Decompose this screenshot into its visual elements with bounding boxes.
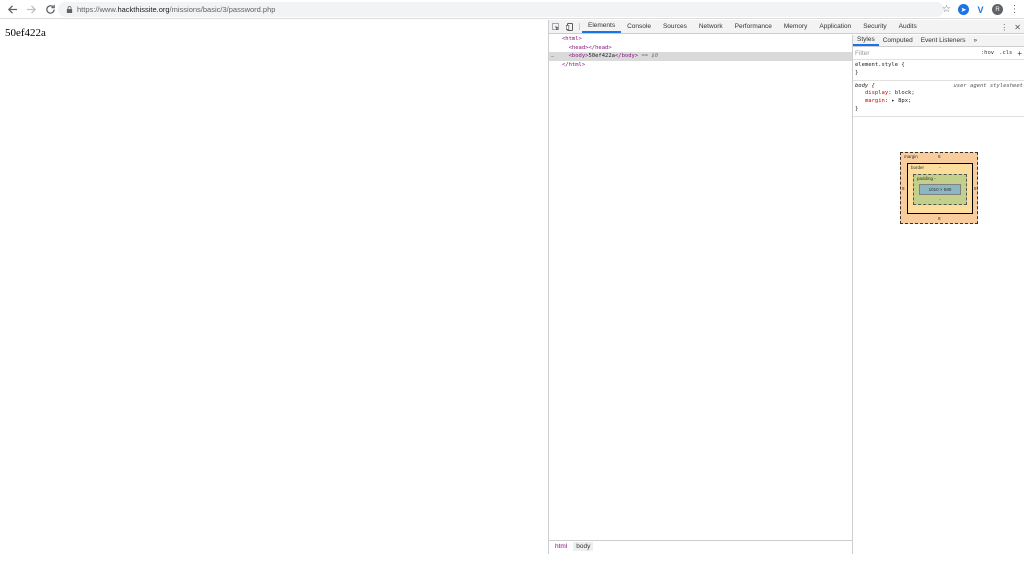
tab-sources[interactable]: Sources bbox=[657, 20, 693, 33]
padding-label: padding - bbox=[917, 176, 936, 181]
selected-node-marker: == $0 bbox=[641, 53, 659, 59]
devtools-tabbar: Elements Console Sources Network Perform… bbox=[549, 20, 1024, 34]
prop-display-name: display bbox=[865, 90, 889, 97]
rule-source: user agent stylesheet bbox=[953, 82, 1023, 89]
reload-icon[interactable] bbox=[42, 1, 59, 18]
profile-avatar[interactable]: R bbox=[992, 4, 1003, 15]
styles-tabbar: Styles Computed Event Listeners » bbox=[853, 35, 1024, 47]
tab-event-listeners[interactable]: Event Listeners bbox=[917, 35, 970, 46]
address-bar[interactable]: https://www. hackthissite.org/missions/ba… bbox=[58, 2, 944, 17]
dom-node-head[interactable]: <head></head> bbox=[549, 44, 852, 53]
margin-left-value: 8 bbox=[902, 186, 905, 191]
breadcrumb-html[interactable]: html bbox=[552, 542, 570, 551]
devtools-panel: Elements Console Sources Network Perform… bbox=[548, 20, 1024, 554]
body-text-node: 50ef422a bbox=[588, 53, 616, 59]
styles-filter-input[interactable]: Filter bbox=[855, 50, 981, 57]
element-style-close: } bbox=[855, 69, 859, 76]
url-host: hackthissite.org bbox=[117, 5, 170, 14]
prop-display-value: block; bbox=[894, 90, 915, 97]
back-arrow-icon[interactable] bbox=[4, 1, 21, 18]
lock-icon bbox=[66, 6, 73, 13]
toolbar-divider bbox=[579, 23, 580, 30]
body-rule-close: } bbox=[855, 105, 859, 112]
devtools-menu-icon[interactable]: ⋮ bbox=[1000, 23, 1008, 32]
devtools-right-controls: ⋮ ✕ bbox=[1000, 20, 1024, 34]
head-tag: <head></head> bbox=[568, 44, 612, 51]
margin-right-value: 8 bbox=[974, 186, 977, 191]
style-property-display[interactable]: display: block; bbox=[855, 90, 1023, 98]
margin-bottom-value: 8 bbox=[938, 216, 941, 221]
padding-bottom-value: - bbox=[939, 197, 941, 202]
extension-v-icon[interactable]: V bbox=[975, 4, 986, 15]
tab-styles[interactable]: Styles bbox=[853, 35, 879, 46]
body-open-tag: <body> bbox=[568, 53, 589, 59]
tab-application[interactable]: Application bbox=[813, 20, 857, 33]
margin-top-value: 8 bbox=[938, 154, 941, 159]
prop-margin-value: 8px; bbox=[898, 98, 912, 105]
more-tabs-chevron-icon[interactable]: » bbox=[970, 35, 982, 46]
page-viewport: 50ef422a bbox=[0, 20, 548, 568]
box-model-content[interactable]: 1010 × 580 bbox=[919, 184, 961, 195]
styles-sidebar: Styles Computed Event Listeners » Filter… bbox=[852, 35, 1024, 554]
box-model-padding[interactable]: padding - 1010 × 580 - bbox=[913, 174, 967, 205]
element-style-rule: element.style { } bbox=[853, 60, 1024, 81]
tab-computed[interactable]: Computed bbox=[879, 35, 917, 46]
styles-filter-row: Filter :hov .cls + bbox=[853, 47, 1024, 60]
browser-menu-icon[interactable]: ⋮ bbox=[1009, 4, 1020, 15]
border-top-value: - bbox=[939, 165, 941, 170]
url-path: /missions/basic/3/password.php bbox=[169, 5, 276, 14]
dom-node-body[interactable]: … <body>50ef422a</body> == $0 bbox=[549, 52, 852, 61]
element-style-selector[interactable]: element.style { bbox=[855, 62, 1023, 70]
tab-performance[interactable]: Performance bbox=[729, 20, 778, 33]
bookmark-star-icon[interactable]: ☆ bbox=[941, 4, 952, 15]
toolbar-right: ☆ ➤ V R ⋮ bbox=[941, 2, 1020, 17]
body-close-tag: </body> bbox=[615, 53, 639, 59]
tab-elements[interactable]: Elements bbox=[582, 20, 622, 33]
device-toolbar-icon[interactable] bbox=[563, 20, 577, 33]
html-open-tag: <html> bbox=[562, 36, 582, 42]
html-close-tag: </html> bbox=[562, 61, 586, 68]
tab-network[interactable]: Network bbox=[693, 20, 729, 33]
new-style-rule-icon[interactable]: + bbox=[1017, 49, 1022, 58]
body-style-rule: body { user agent stylesheet display: bl… bbox=[853, 81, 1024, 117]
node-more-dots[interactable]: … bbox=[549, 52, 562, 61]
tab-console[interactable]: Console bbox=[621, 20, 657, 33]
dom-node-html[interactable]: <html> bbox=[549, 35, 852, 44]
style-property-margin[interactable]: margin: ▸ 8px; bbox=[855, 98, 1023, 106]
margin-label: margin bbox=[904, 154, 918, 159]
hov-toggle[interactable]: :hov bbox=[981, 50, 994, 56]
box-model-margin[interactable]: margin 8 8 8 8 border - padding - 1010 ×… bbox=[900, 152, 978, 224]
tab-memory[interactable]: Memory bbox=[778, 20, 813, 33]
dom-node-html-close[interactable]: </html> bbox=[549, 61, 852, 70]
tab-audits[interactable]: Audits bbox=[893, 20, 923, 33]
elements-tree: <html> <head></head> … <body>50ef422a</b… bbox=[549, 35, 852, 539]
breadcrumb-body[interactable]: body bbox=[573, 542, 594, 551]
extension-compass-icon[interactable]: ➤ bbox=[958, 4, 969, 15]
tab-security[interactable]: Security bbox=[857, 20, 892, 33]
browser-toolbar: https://www. hackthissite.org/missions/ba… bbox=[0, 0, 1024, 19]
box-model-border[interactable]: border - padding - 1010 × 580 - bbox=[907, 163, 973, 214]
breadcrumb: html body bbox=[549, 540, 852, 552]
inspect-element-icon[interactable] bbox=[549, 20, 563, 33]
page-body-text: 50ef422a bbox=[5, 27, 46, 39]
border-label: border bbox=[911, 165, 925, 170]
forward-arrow-icon[interactable] bbox=[23, 1, 40, 18]
close-devtools-icon[interactable]: ✕ bbox=[1014, 23, 1021, 32]
url-prefix: https://www. bbox=[77, 5, 118, 14]
prop-margin-name: margin bbox=[865, 98, 885, 105]
cls-toggle[interactable]: .cls bbox=[999, 50, 1012, 56]
